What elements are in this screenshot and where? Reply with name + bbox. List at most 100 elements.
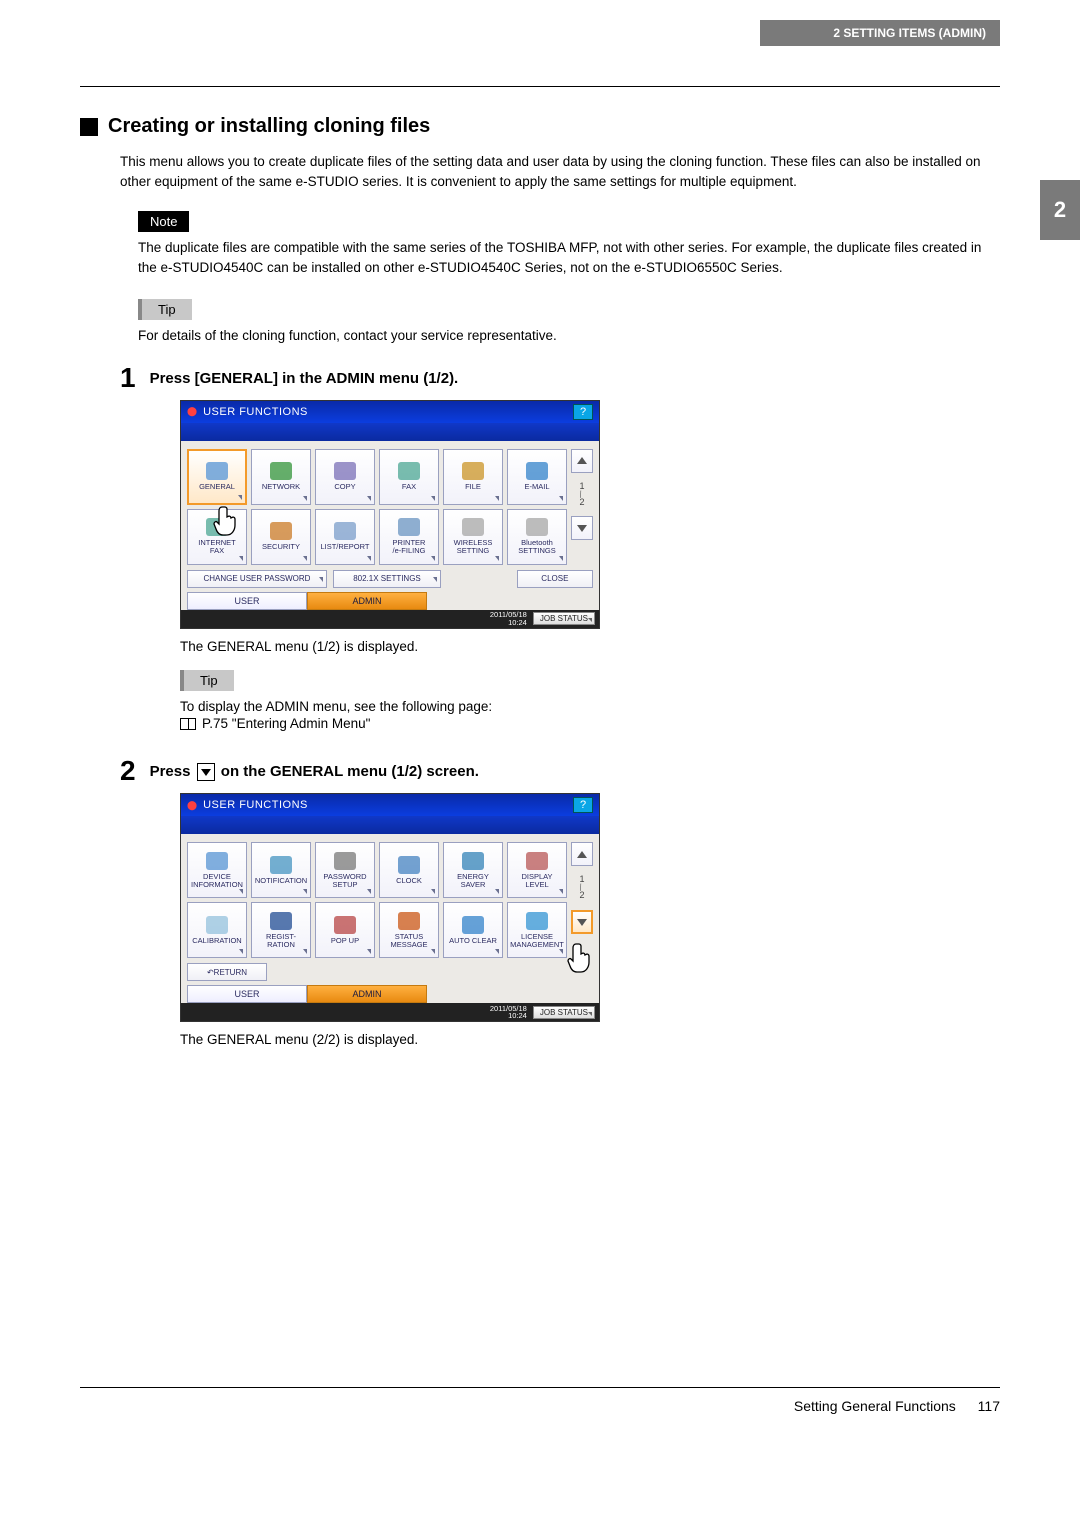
8021x-settings-button[interactable]: 802.1X SETTINGS [333, 570, 441, 588]
change-password-button[interactable]: CHANGE USER PASSWORD [187, 570, 327, 588]
menu-icon-internet-fax[interactable]: INTERNET FAX [187, 509, 247, 565]
menu-icon-label: STATUS MESSAGE [390, 933, 427, 950]
section-title: Creating or installing cloning files [80, 115, 1000, 138]
header-breadcrumb: 2 SETTING ITEMS (ADMIN) [760, 20, 1000, 46]
help-button[interactable]: ? [573, 404, 593, 420]
menu-icon-password-setup[interactable]: PASSWORD SETUP [315, 842, 375, 898]
step-title: Press on the GENERAL menu (1/2) screen. [150, 757, 479, 785]
return-button[interactable]: ↶ RETURN [187, 963, 267, 981]
menu-icon-display-level[interactable]: DISPLAY LEVEL [507, 842, 567, 898]
step-number: 2 [120, 757, 136, 785]
step-number: 1 [120, 364, 136, 392]
menu-icon-label: PASSWORD SETUP [323, 873, 366, 890]
menu-icon-device-information[interactable]: DEVICE INFORMATION [187, 842, 247, 898]
tip2-ref: P.75 "Entering Admin Menu" [180, 716, 1000, 731]
menu-icon-label: CALIBRATION [192, 937, 241, 945]
menu-icon-notification[interactable]: NOTIFICATION [251, 842, 311, 898]
menu-glyph-icon [462, 518, 484, 536]
menu-icon-label: NETWORK [262, 483, 300, 491]
menu-icon-bluetooth-settings[interactable]: Bluetooth SETTINGS [507, 509, 567, 565]
menu-icon-label: AUTO CLEAR [449, 937, 497, 945]
toshiba-logo-icon: ⬤ [187, 800, 197, 811]
submenu-indicator-icon [431, 949, 435, 954]
menu-glyph-icon [270, 462, 292, 480]
tab-user[interactable]: USER [187, 592, 307, 610]
menu-icon-network[interactable]: NETWORK [251, 449, 311, 505]
page-footer: Setting General Functions 117 [80, 1387, 1000, 1414]
menu-icon-regist-ration[interactable]: REGIST- RATION [251, 902, 311, 958]
menu-icon-copy[interactable]: COPY [315, 449, 375, 505]
tip2-line1: To display the ADMIN menu, see the follo… [180, 697, 1000, 717]
menu-glyph-icon [462, 916, 484, 934]
page-up-button[interactable] [571, 842, 593, 866]
menu-glyph-icon [206, 518, 228, 536]
down-arrow-icon [197, 763, 215, 781]
submenu-indicator-icon [495, 496, 499, 501]
menu-icon-status-message[interactable]: STATUS MESSAGE [379, 902, 439, 958]
menu-icon-label: LIST/REPORT [320, 543, 369, 551]
menu-icon-label: SECURITY [262, 543, 300, 551]
tab-admin[interactable]: ADMIN [307, 592, 427, 610]
menu-glyph-icon [526, 518, 548, 536]
step1-result: The GENERAL menu (1/2) is displayed. [180, 639, 1000, 654]
menu-glyph-icon [206, 916, 228, 934]
page-down-button[interactable] [571, 516, 593, 540]
submenu-indicator-icon [367, 889, 371, 894]
footer-page: 117 [978, 1398, 1000, 1414]
menu-icon-label: E-MAIL [524, 483, 549, 491]
page-up-button[interactable] [571, 449, 593, 473]
menu-icon-label: LICENSE MANAGEMENT [510, 933, 564, 950]
page-down-button[interactable] [571, 910, 593, 934]
submenu-indicator-icon [559, 889, 563, 894]
menu-icon-clock[interactable]: CLOCK [379, 842, 439, 898]
menu-icon-security[interactable]: SECURITY [251, 509, 311, 565]
top-rule [80, 86, 1000, 87]
menu-icon-license-management[interactable]: LICENSE MANAGEMENT [507, 902, 567, 958]
section-intro: This menu allows you to create duplicate… [120, 152, 1000, 191]
page-indicator: 1⁄2 [579, 869, 584, 907]
tab-admin[interactable]: ADMIN [307, 985, 427, 1003]
submenu-indicator-icon [239, 889, 243, 894]
menu-icon-printer-e-filing[interactable]: PRINTER /e-FILING [379, 509, 439, 565]
help-button[interactable]: ? [573, 797, 593, 813]
close-button[interactable]: CLOSE [517, 570, 593, 588]
chapter-tab: 2 [1040, 180, 1080, 240]
menu-glyph-icon [334, 852, 356, 870]
menu-glyph-icon [526, 912, 548, 930]
menu-glyph-icon [206, 462, 228, 480]
menu-icon-label: NOTIFICATION [255, 877, 307, 885]
note-label: Note [138, 211, 189, 232]
menu-icon-label: FAX [402, 483, 416, 491]
submenu-indicator-icon [303, 556, 307, 561]
menu-icon-calibration[interactable]: CALIBRATION [187, 902, 247, 958]
tip-label: Tip [180, 670, 234, 691]
menu-icon-auto-clear[interactable]: AUTO CLEAR [443, 902, 503, 958]
tip2-ref-text: P.75 "Entering Admin Menu" [202, 716, 370, 731]
job-status-button[interactable]: JOB STATUS [533, 1006, 595, 1019]
panel-title: USER FUNCTIONS [203, 799, 308, 811]
menu-icon-list-report[interactable]: LIST/REPORT [315, 509, 375, 565]
submenu-indicator-icon [431, 496, 435, 501]
menu-icon-fax[interactable]: FAX [379, 449, 439, 505]
menu-icon-general[interactable]: GENERAL [187, 449, 247, 505]
menu-icon-e-mail[interactable]: E-MAIL [507, 449, 567, 505]
menu-icon-label: GENERAL [199, 483, 235, 491]
tab-user[interactable]: USER [187, 985, 307, 1003]
submenu-indicator-icon [495, 949, 499, 954]
job-status-button[interactable]: JOB STATUS [533, 612, 595, 625]
menu-glyph-icon [270, 912, 292, 930]
submenu-indicator-icon [431, 889, 435, 894]
menu-glyph-icon [398, 518, 420, 536]
submenu-indicator-icon [367, 949, 371, 954]
menu-icon-file[interactable]: FILE [443, 449, 503, 505]
menu-glyph-icon [398, 462, 420, 480]
page-indicator: 1⁄2 [579, 476, 584, 514]
step2-result: The GENERAL menu (2/2) is displayed. [180, 1032, 1000, 1047]
menu-icon-energy-saver[interactable]: ENERGY SAVER [443, 842, 503, 898]
menu-glyph-icon [334, 462, 356, 480]
menu-icon-wireless-setting[interactable]: WIRELESS SETTING [443, 509, 503, 565]
submenu-indicator-icon [559, 949, 563, 954]
menu-icon-pop-up[interactable]: POP UP [315, 902, 375, 958]
submenu-indicator-icon [238, 495, 242, 500]
menu-glyph-icon [398, 912, 420, 930]
